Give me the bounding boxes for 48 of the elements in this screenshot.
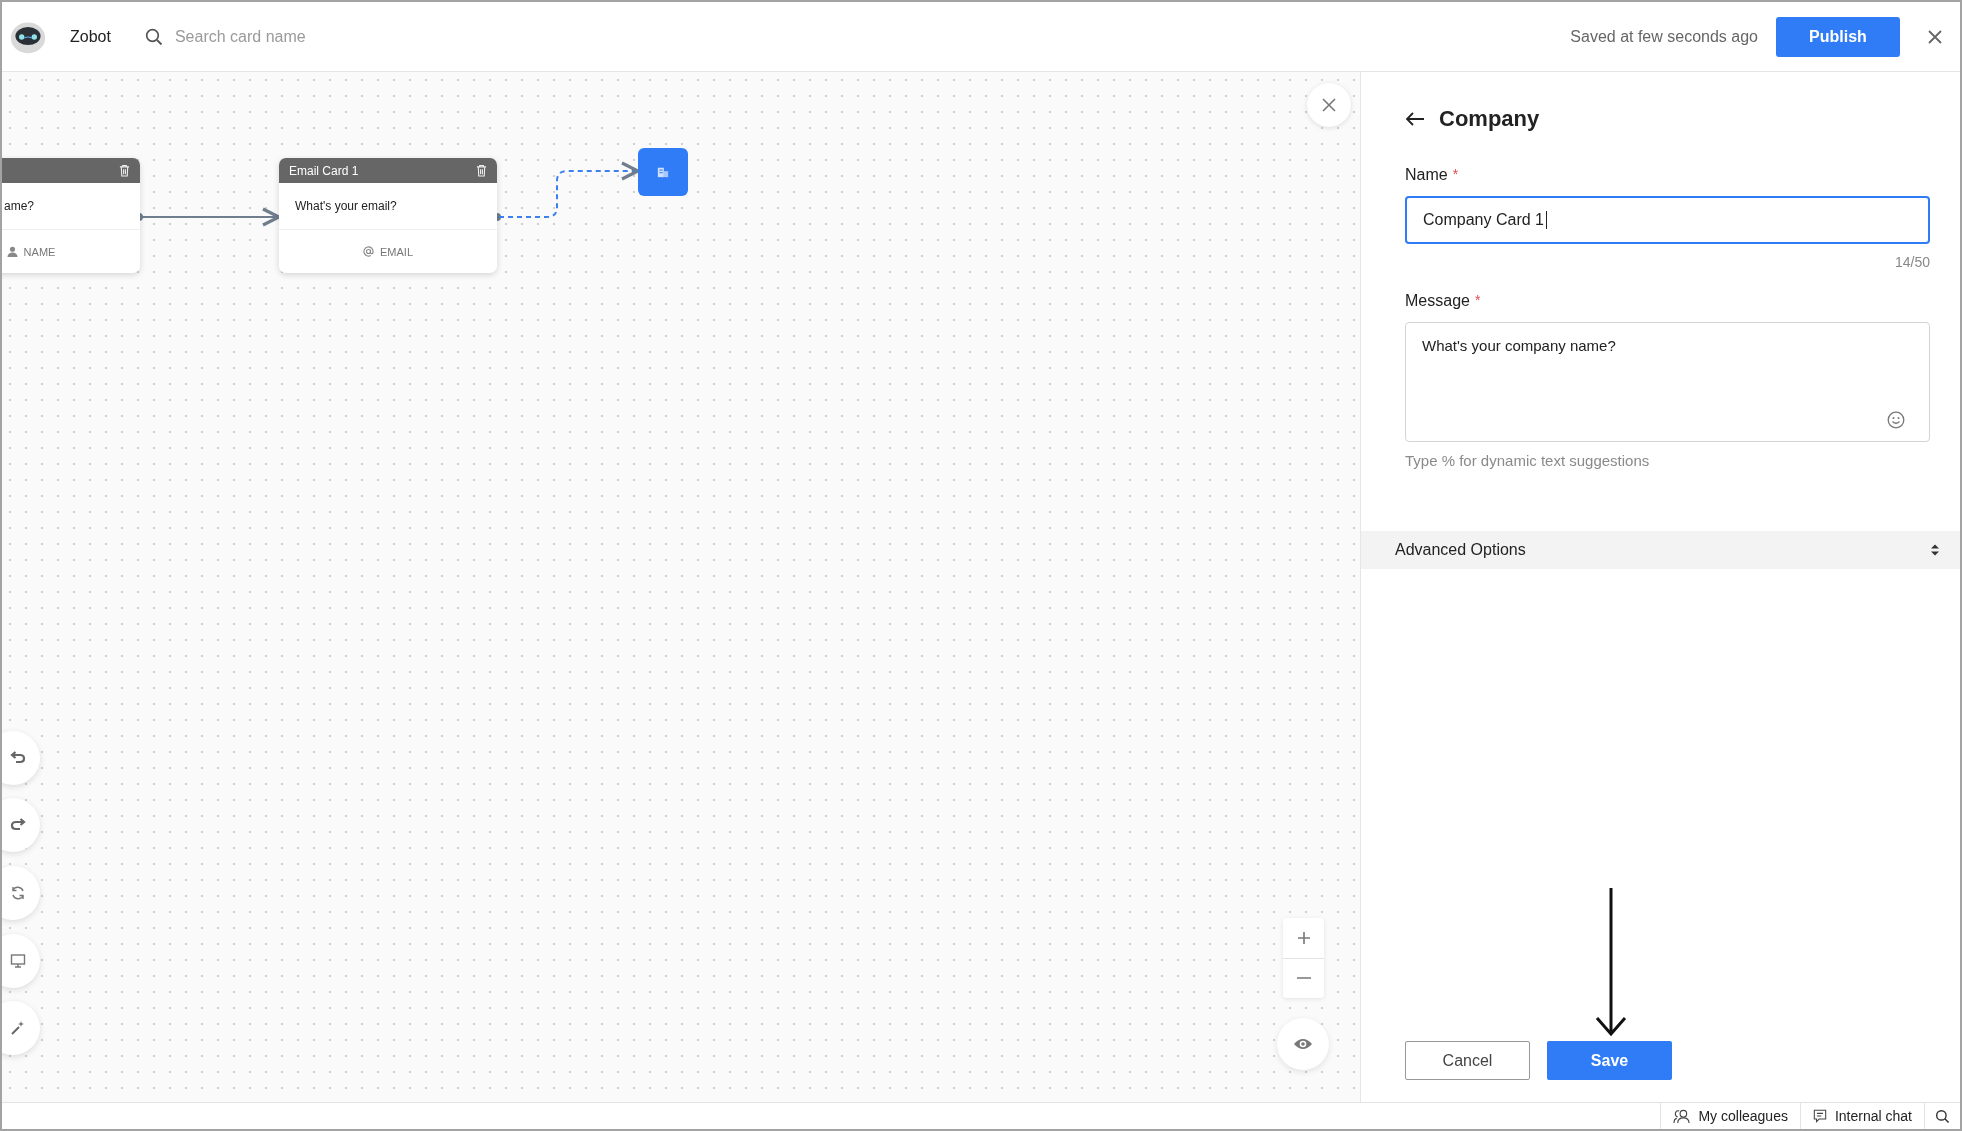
- undo-tool-button[interactable]: [2, 731, 40, 785]
- building-icon: [657, 166, 669, 178]
- redo-tool-button[interactable]: [2, 798, 40, 852]
- undo-icon: [10, 750, 26, 766]
- people-icon: [1673, 1108, 1691, 1124]
- eye-icon: [1293, 1037, 1313, 1051]
- card-message: What's your email?: [279, 183, 497, 230]
- redo-icon: [10, 817, 26, 833]
- required-mark: *: [1452, 166, 1459, 184]
- card-message: ame?: [2, 183, 140, 230]
- flow-card[interactable]: Email Card 1 What's your email? EMAIL: [279, 158, 497, 273]
- at-sign-icon: [363, 246, 374, 257]
- save-status: Saved at few seconds ago: [1570, 27, 1758, 46]
- refresh-tool-button[interactable]: [2, 866, 40, 920]
- card-field-label: EMAIL: [380, 245, 413, 258]
- trash-icon[interactable]: [119, 164, 130, 177]
- minus-icon: [1296, 977, 1311, 980]
- preview-button[interactable]: [1277, 1018, 1329, 1070]
- cancel-button[interactable]: Cancel: [1405, 1041, 1530, 1080]
- hint-text: Type % for dynamic text suggestions: [1405, 452, 1651, 469]
- publish-button[interactable]: Publish: [1776, 16, 1900, 57]
- plus-icon: [1296, 930, 1311, 945]
- company-node[interactable]: [638, 148, 688, 196]
- message-text-area[interactable]: What's your company name?: [1405, 322, 1930, 442]
- name-input-field[interactable]: Company Card 1: [1405, 196, 1930, 244]
- chat-icon: [1812, 1109, 1827, 1123]
- character-counter: 14/50: [1893, 254, 1930, 270]
- monitor-icon: [10, 953, 26, 969]
- trash-icon[interactable]: [476, 164, 487, 177]
- card-field-label: NAME: [23, 245, 56, 258]
- card-title: Email Card 1: [289, 163, 359, 178]
- app-name: Zobot: [70, 27, 111, 46]
- zoom-in-button[interactable]: [1283, 918, 1324, 958]
- field-label: Name: [1405, 166, 1448, 184]
- required-mark: *: [1474, 292, 1481, 310]
- search-icon: [144, 27, 163, 46]
- person-icon: [6, 246, 18, 257]
- save-button[interactable]: Save: [1547, 1041, 1672, 1080]
- advanced-options-bar[interactable]: Advanced Options: [1361, 531, 1960, 569]
- close-icon: [1322, 98, 1336, 112]
- panel-title: Company: [1439, 106, 1540, 132]
- sort-arrows-icon: [1930, 543, 1940, 557]
- smiley-icon[interactable]: [1887, 411, 1905, 429]
- refresh-icon: [10, 885, 26, 901]
- flow-card[interactable]: ame? NAME: [2, 158, 140, 273]
- back-arrow-icon[interactable]: [1405, 111, 1425, 127]
- field-label: Message: [1405, 292, 1470, 310]
- monitor-tool-button[interactable]: [2, 934, 40, 988]
